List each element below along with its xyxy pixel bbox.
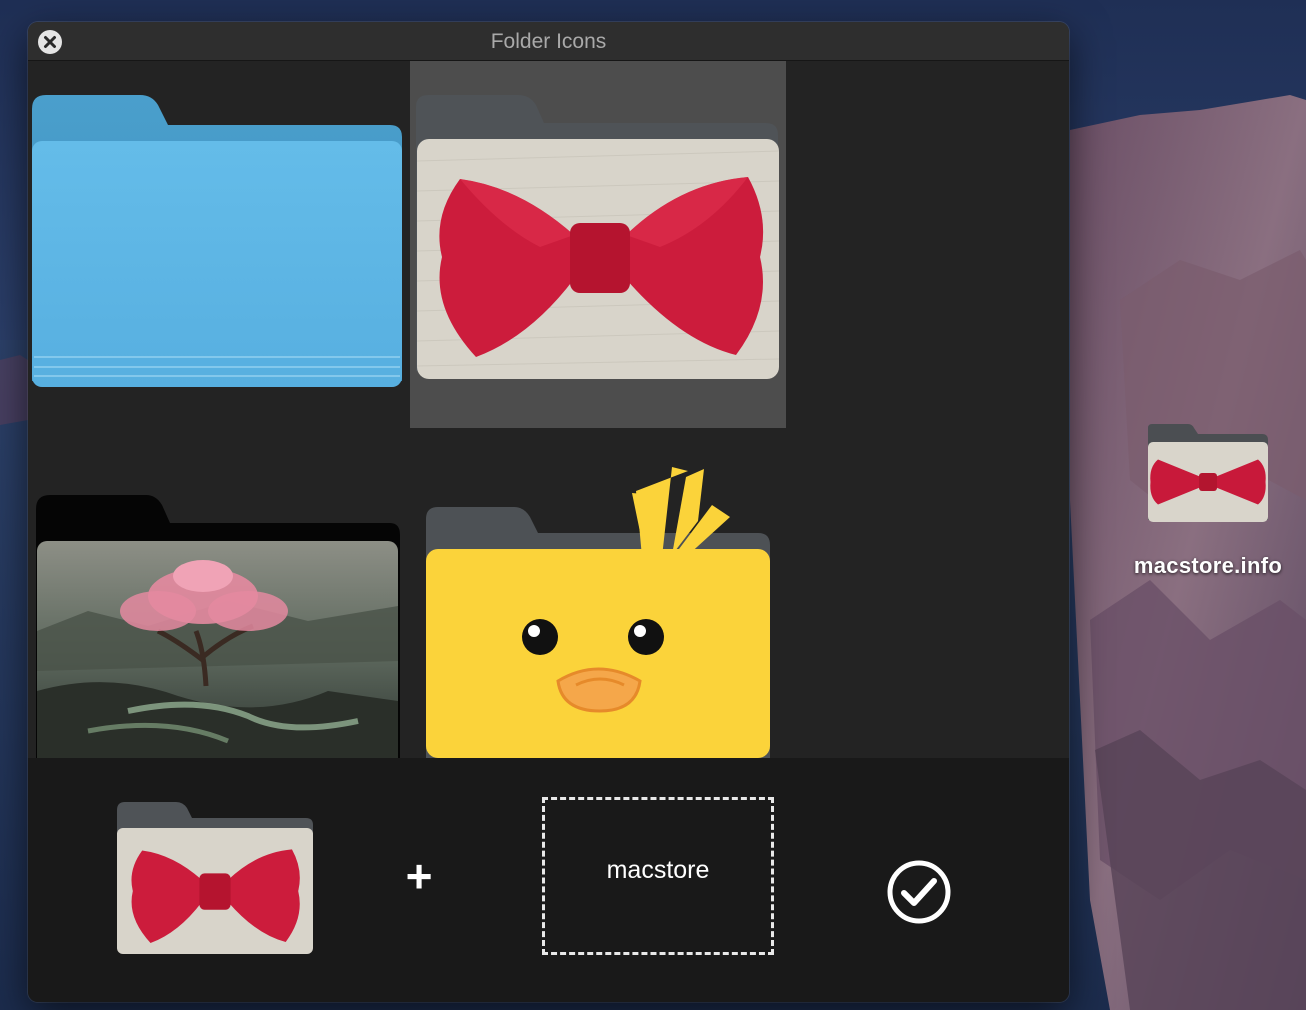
composer-bar: + macstore [28, 758, 1069, 1002]
desktop-folder-icon[interactable]: macstore.info [1110, 420, 1306, 590]
tile-bowtie-folder[interactable] [410, 61, 786, 428]
folder-text-field[interactable]: macstore [542, 797, 774, 955]
plus-sign: + [405, 850, 433, 902]
bowtie-folder-preview-icon [117, 802, 313, 954]
desktop-icon-label: macstore.info [1133, 553, 1283, 578]
checkmark-circle-icon [887, 860, 951, 924]
folder-text-value: macstore [606, 856, 710, 884]
duck-folder-icon [426, 467, 770, 758]
apply-button[interactable] [886, 859, 952, 925]
cherry-tree-folder-icon [36, 495, 400, 758]
tile-duck-folder[interactable] [410, 461, 786, 758]
title-bar[interactable]: Folder Icons [28, 22, 1069, 61]
bowtie-folder-icon [1148, 424, 1268, 522]
tile-blue-folder[interactable] [28, 61, 408, 427]
preview-folder[interactable] [114, 798, 314, 958]
folder-icon-gallery [28, 61, 1069, 758]
bowtie-folder-icon [416, 95, 780, 379]
blue-folder-icon [32, 95, 402, 387]
folder-icons-window: Folder Icons + macstore [28, 22, 1069, 1002]
tile-cherry-tree-folder[interactable] [28, 461, 408, 758]
window-title: Folder Icons [490, 30, 607, 53]
